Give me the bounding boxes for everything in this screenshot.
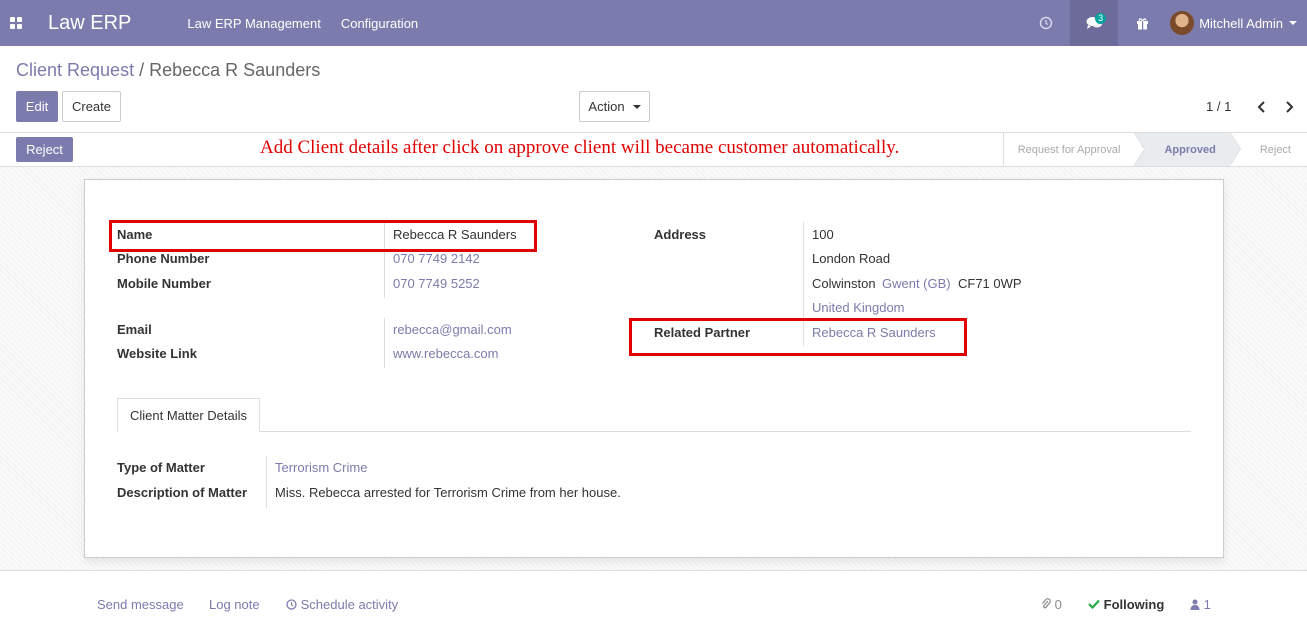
pager-previous-button[interactable] (1253, 98, 1269, 116)
caret-down-icon (632, 104, 641, 109)
user-name: Mitchell Admin (1199, 15, 1283, 31)
apps-menu-button[interactable] (0, 0, 32, 46)
mobile-label: Mobile Number (117, 276, 211, 291)
user-menu[interactable]: Mitchell Admin (1170, 11, 1307, 35)
stage-request-for-approval[interactable]: Request for Approval (1002, 133, 1146, 166)
check-icon (1088, 599, 1100, 610)
breadcrumb: Client Request / Rebecca R Saunders (16, 60, 320, 81)
address-state-link[interactable]: Gwent (GB) (882, 276, 951, 291)
pager-value[interactable]: 1 / 1 (1206, 99, 1231, 114)
phone-link[interactable]: 070 7749 2142 (393, 251, 480, 266)
action-dropdown[interactable]: Action (579, 91, 650, 122)
followers-count: 1 (1203, 597, 1211, 612)
stage-label: Request for Approval (1017, 143, 1121, 156)
phone-label: Phone Number (117, 251, 210, 266)
edit-button[interactable]: Edit (16, 91, 58, 122)
reject-button[interactable]: Reject (16, 137, 73, 162)
website-label: Website Link (117, 346, 197, 361)
stage-pipeline: Request for Approval Approved Reject (1002, 133, 1307, 166)
log-note-button[interactable]: Log note (209, 597, 260, 612)
attachments-button[interactable]: 0 (1041, 597, 1062, 612)
breadcrumb-current: Rebecca R Saunders (149, 60, 321, 80)
following-label: Following (1103, 597, 1165, 612)
clock-icon (286, 599, 297, 610)
highlight-name-box (109, 220, 537, 252)
app-brand[interactable]: Law ERP (48, 12, 131, 35)
navbar-systray: 3 Mitchell Admin (1022, 0, 1307, 46)
menu-law-erp-management[interactable]: Law ERP Management (187, 16, 320, 31)
paperclip-icon (1042, 598, 1051, 609)
stage-reject[interactable]: Reject (1230, 133, 1307, 166)
followers-button[interactable]: 1 (1190, 597, 1211, 612)
address-country-link[interactable]: United Kingdom (812, 300, 905, 315)
address-street2[interactable]: London Road (812, 251, 890, 266)
highlight-partner-box (629, 318, 967, 356)
create-button[interactable]: Create (62, 91, 121, 122)
type-of-matter-label: Type of Matter (117, 460, 205, 475)
gift-icon (1136, 17, 1148, 29)
schedule-activity-button[interactable]: Schedule activity (286, 597, 398, 612)
messaging-button[interactable]: 3 (1070, 0, 1119, 46)
website-link[interactable]: www.rebecca.com (393, 346, 498, 361)
menu-configuration[interactable]: Configuration (341, 16, 418, 31)
top-navbar: Law ERP Law ERP Management Configuration… (0, 0, 1307, 46)
following-button[interactable]: Following (1088, 597, 1164, 612)
chatter-bar: Send message Log note Schedule activity … (0, 570, 1307, 627)
mobile-link[interactable]: 070 7749 5252 (393, 276, 480, 291)
address-label: Address (654, 227, 707, 242)
description-field[interactable]: Miss. Rebecca arrested for Terrorism Cri… (275, 485, 621, 500)
tab-client-matter-details[interactable]: Client Matter Details (117, 398, 260, 432)
pager-next-button[interactable] (1281, 98, 1297, 116)
messages-count-badge: 3 (1095, 13, 1107, 24)
activity-button[interactable] (1022, 0, 1070, 46)
chevron-down-icon (1289, 21, 1297, 25)
stage-label: Reject (1259, 143, 1291, 156)
field-divider (384, 318, 385, 368)
gift-button[interactable] (1118, 0, 1166, 46)
attachments-count: 0 (1054, 597, 1062, 612)
clock-icon (1039, 16, 1053, 30)
description-label: Description of Matter (117, 485, 248, 500)
stage-label: Approved (1164, 143, 1216, 156)
stage-approved[interactable]: Approved (1134, 133, 1241, 166)
breadcrumb-separator: / (139, 60, 145, 80)
tab-underline (117, 431, 1191, 432)
address-city[interactable]: Colwinston (812, 276, 876, 291)
chevron-left-icon (1257, 101, 1265, 113)
email-label: Email (117, 322, 152, 337)
action-label: Action (588, 99, 625, 114)
apps-grid-icon (10, 17, 22, 29)
user-avatar (1170, 11, 1195, 35)
chevron-right-icon (1285, 101, 1293, 113)
user-icon (1190, 599, 1200, 610)
address-street[interactable]: 100 (812, 227, 834, 242)
annotation-note: Add Client details after click on approv… (260, 137, 900, 158)
status-bar: Reject Add Client details after click on… (0, 132, 1307, 167)
address-zip[interactable]: CF71 0WP (958, 276, 1022, 291)
email-link[interactable]: rebecca@gmail.com (393, 322, 512, 337)
breadcrumb-parent-link[interactable]: Client Request (16, 60, 134, 80)
send-message-button[interactable]: Send message (97, 597, 184, 612)
schedule-activity-label: Schedule activity (300, 597, 399, 612)
field-divider (266, 456, 267, 508)
type-of-matter-link[interactable]: Terrorism Crime (275, 460, 367, 475)
